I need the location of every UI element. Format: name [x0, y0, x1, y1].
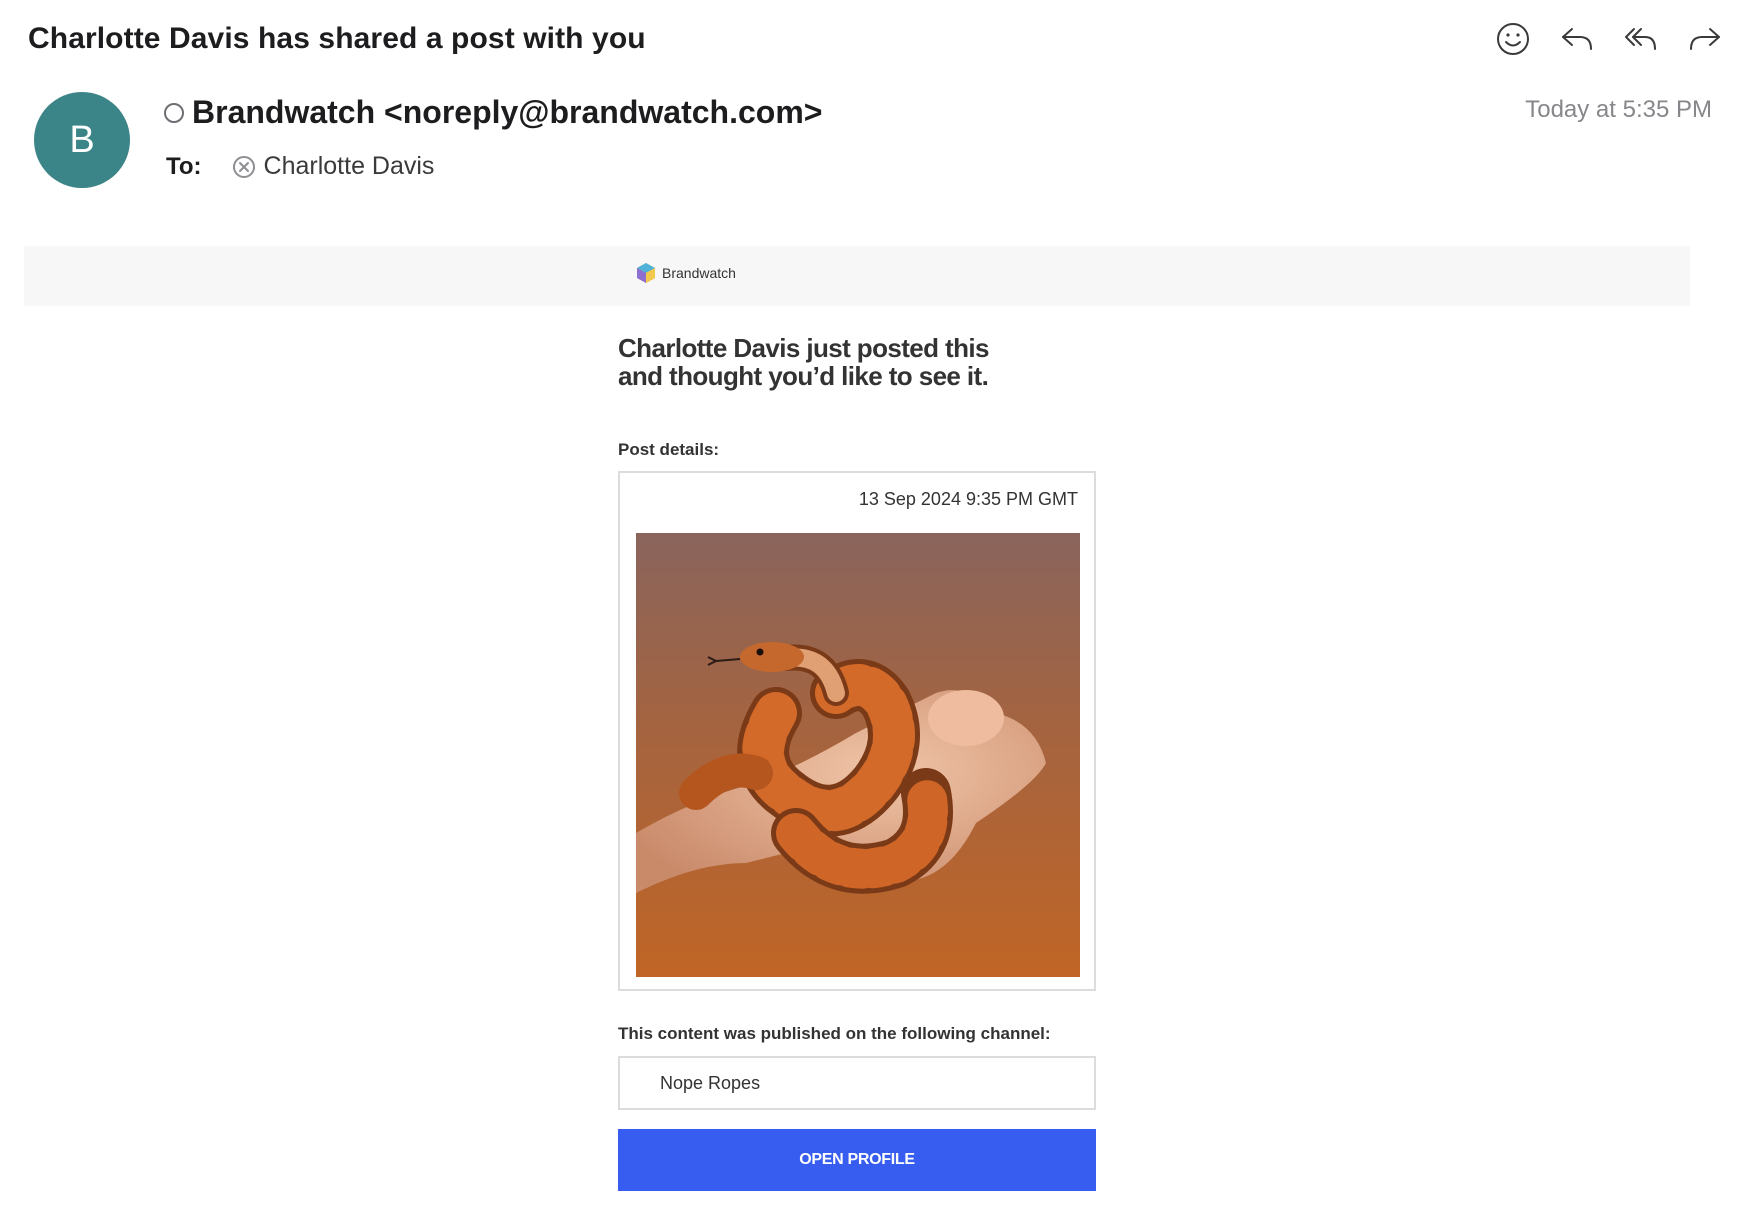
sender-address[interactable]: Brandwatch <noreply@brandwatch.com> [192, 94, 822, 131]
reply-all-icon [1625, 28, 1656, 50]
open-profile-button[interactable]: OPEN PROFILE [618, 1129, 1096, 1191]
message-toolbar [1494, 20, 1724, 58]
email-subject: Charlotte Davis has shared a post with y… [28, 22, 646, 55]
post-card: 13 Sep 2024 9:35 PM GMT [618, 471, 1096, 991]
headline: Charlotte Davis just posted this and tho… [618, 334, 1098, 390]
recipient-token[interactable]: Charlotte Davis [232, 152, 435, 181]
brand-name: Brandwatch [662, 265, 736, 281]
brandwatch-logo: Brandwatch [636, 262, 736, 284]
received-date: Today at 5:35 PM [1525, 96, 1712, 123]
channel-label: This content was published on the follow… [618, 1024, 1051, 1043]
email-header-banner: Brandwatch [24, 246, 1690, 306]
headline-line-1: Charlotte Davis just posted this [618, 333, 989, 363]
brandwatch-hexagon-icon [637, 263, 655, 283]
channel-name-box: Nope Ropes [618, 1056, 1096, 1110]
post-details-label: Post details: [618, 440, 720, 459]
post-image[interactable] [636, 533, 1080, 977]
reply-button[interactable] [1558, 20, 1596, 58]
sender-row: Brandwatch <noreply@brandwatch.com> [164, 94, 822, 131]
remove-recipient-icon [232, 155, 255, 178]
to-label: To: [166, 152, 202, 180]
forward-icon [1690, 28, 1720, 50]
recipients-row: To: Charlotte Davis [166, 152, 434, 181]
headline-line-2: and thought you’d like to see it. [618, 361, 989, 391]
channel-name: Nope Ropes [660, 1072, 761, 1093]
email-content: Charlotte Davis just posted this and tho… [618, 334, 1098, 1191]
forward-button[interactable] [1686, 20, 1724, 58]
post-date: 13 Sep 2024 9:35 PM GMT [858, 489, 1078, 509]
emoji-icon [1497, 23, 1529, 55]
reply-icon [1562, 28, 1592, 50]
sender-avatar: B [34, 92, 130, 188]
emoji-reaction-button[interactable] [1494, 20, 1532, 58]
unread-status-icon[interactable] [164, 102, 184, 123]
recipient-name: Charlotte Davis [263, 152, 435, 180]
snake-in-hand-image [636, 533, 1080, 977]
reply-all-button[interactable] [1622, 20, 1660, 58]
